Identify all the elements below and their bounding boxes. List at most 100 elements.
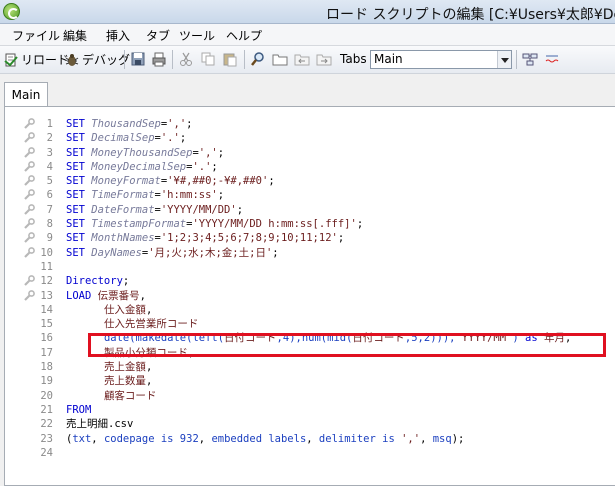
tab-structure-icon[interactable] — [522, 51, 538, 67]
code-token: embedded labels — [211, 432, 307, 445]
code-token: , — [198, 432, 212, 445]
code-text: SET TimeFormat='h:mm:ss'; — [66, 188, 224, 202]
line-number: 10 — [40, 246, 53, 259]
menu-tab[interactable]: タブ — [146, 27, 170, 44]
code-text: SET MoneyDecimalSep='.'; — [66, 160, 218, 174]
code-text: FROM — [66, 403, 91, 417]
code-line[interactable]: 13 LOAD 伝票番号, — [17, 289, 615, 303]
debug-label: デバッグ — [82, 53, 131, 67]
code-token: '¥#,##0;-¥#,##0' — [167, 175, 269, 188]
paste-icon[interactable] — [222, 51, 238, 67]
code-token: TimeFormat — [91, 189, 155, 202]
code-token: ; — [236, 203, 244, 216]
code-token: '1;2;3;4;5;6;7;8;9;10;11;12' — [160, 232, 338, 245]
line-number: 20 — [40, 389, 53, 402]
code-token: ; — [217, 189, 225, 202]
line-number: 22 — [40, 418, 53, 431]
code-line[interactable]: 9 SET MonthNames='1;2;3;4;5;6;7;8;9;10;11… — [17, 231, 615, 245]
code-token: '.' — [160, 132, 180, 145]
tabs-select-value: Main — [374, 52, 403, 66]
code-token: DecimalSep — [91, 132, 155, 145]
code-text: 顧客コード — [66, 389, 157, 403]
print-icon[interactable] — [151, 51, 167, 67]
line-number: 12 — [40, 275, 53, 288]
code-token: , — [145, 303, 153, 316]
code-line[interactable]: 24 — [17, 446, 615, 460]
tab-main[interactable]: Main — [4, 82, 48, 109]
save-icon[interactable] — [130, 51, 146, 67]
line-number: 3 — [46, 146, 53, 159]
code-line[interactable]: 4 SET MoneyDecimalSep='.'; — [17, 160, 615, 174]
search-icon[interactable] — [250, 51, 266, 67]
tabs-label: Tabs — [340, 52, 367, 66]
code-line[interactable]: 7 SET DateFormat='YYYY/MM/DD'; — [17, 203, 615, 217]
line-number: 24 — [40, 446, 53, 459]
code-line[interactable]: 20 顧客コード — [17, 389, 615, 403]
code-text: SET DateFormat='YYYY/MM/DD'; — [66, 203, 243, 217]
code-line[interactable]: 10 SET DayNames='月;火;水;木;金;土;日'; — [17, 246, 615, 260]
code-line[interactable]: 1 SET ThousandSep=','; — [17, 117, 615, 131]
code-area[interactable]: 1 SET ThousandSep=','; 2 SET DecimalSep='.'… — [17, 117, 615, 460]
code-line[interactable]: 8 SET TimestampFormat='YYYY/MM/DD h:mm:ss… — [17, 217, 615, 231]
code-token: ; — [272, 246, 279, 259]
line-number: 1 — [46, 118, 53, 130]
open-file-icon[interactable] — [272, 51, 288, 67]
code-token: 売上金額 — [103, 361, 146, 374]
code-text: SET TimestampFormat='YYYY/MM/DD h:mm:ss[… — [66, 217, 363, 231]
code-line[interactable]: 6 SET TimeFormat='h:mm:ss'; — [17, 188, 615, 202]
back-icon[interactable] — [294, 51, 310, 67]
toolbar-separator — [172, 50, 173, 69]
chevron-down-icon[interactable] — [497, 51, 511, 68]
code-text: SET DayNames='月;火;水;木;金;土;日'; — [66, 246, 279, 260]
code-line[interactable]: 5 SET MoneyFormat='¥#,##0;-¥#,##0'; — [17, 174, 615, 188]
code-line[interactable]: 14 仕入金額, — [17, 303, 615, 317]
menu-edit[interactable]: 編集 — [63, 27, 87, 44]
menu-tools[interactable]: ツール — [179, 27, 215, 44]
code-token: SET — [66, 203, 92, 216]
menu-bar: ファイル 編集 挿入 タブ ツール ヘルプ — [0, 24, 615, 46]
toolbar: リロード デバッグ Tabs Main — [0, 46, 615, 74]
line-number: 7 — [46, 203, 53, 216]
code-token: SET — [66, 246, 92, 259]
code-line[interactable]: 11 — [17, 260, 615, 274]
window-title: ロード スクリプトの編集 [C:¥Users¥太郎¥Des — [326, 7, 615, 23]
code-line[interactable]: 22 売上明細.csv — [17, 417, 615, 431]
reload-icon — [4, 53, 18, 66]
copy-icon[interactable] — [200, 51, 216, 67]
code-token: SET — [66, 218, 92, 231]
menu-help[interactable]: ヘルプ — [226, 27, 262, 44]
code-token: txt — [72, 432, 92, 445]
code-line[interactable]: 12 Directory; — [17, 274, 615, 288]
line-number: 9 — [46, 232, 53, 245]
menu-file[interactable]: ファイル — [12, 27, 60, 44]
line-number: 19 — [40, 375, 53, 388]
code-token: '月;火;水;木;金;土;日' — [148, 246, 273, 259]
code-line[interactable]: 23 (txt, codepage is 932, embedded labels… — [17, 432, 615, 446]
cut-icon[interactable] — [178, 51, 194, 67]
code-text: 売上明細.csv — [66, 417, 133, 431]
code-token: MoneyDecimalSep — [91, 160, 187, 173]
code-line[interactable]: 21 FROM — [17, 403, 615, 417]
code-line[interactable]: 3 SET MoneyThousandSep=','; — [17, 146, 615, 160]
reload-button[interactable]: リロード — [3, 49, 69, 70]
code-token: ',' — [167, 118, 187, 130]
code-token: MoneyFormat — [91, 175, 161, 188]
tabs-select[interactable]: Main — [370, 50, 512, 69]
code-token: 伝票番号 — [97, 289, 140, 302]
code-line[interactable]: 19 売上数量, — [17, 374, 615, 388]
menu-insert[interactable]: 挿入 — [106, 27, 130, 44]
code-token: ); — [451, 432, 465, 445]
code-text: LOAD 伝票番号, — [66, 289, 146, 303]
code-line[interactable]: 15 仕入先営業所コード — [17, 317, 615, 331]
forward-icon[interactable] — [316, 51, 332, 67]
code-token: ; — [268, 175, 275, 188]
code-token: SET — [66, 132, 92, 145]
code-line[interactable]: 18 売上金額, — [17, 360, 615, 374]
code-token: msq — [432, 432, 452, 445]
code-line[interactable]: 2 SET DecimalSep='.'; — [17, 131, 615, 145]
debug-button[interactable]: デバッグ — [64, 49, 130, 70]
syntax-check-icon[interactable] — [544, 51, 560, 67]
toolbar-separator — [244, 50, 245, 69]
script-editor[interactable]: 1 SET ThousandSep=','; 2 SET DecimalSep='.'… — [4, 106, 615, 486]
